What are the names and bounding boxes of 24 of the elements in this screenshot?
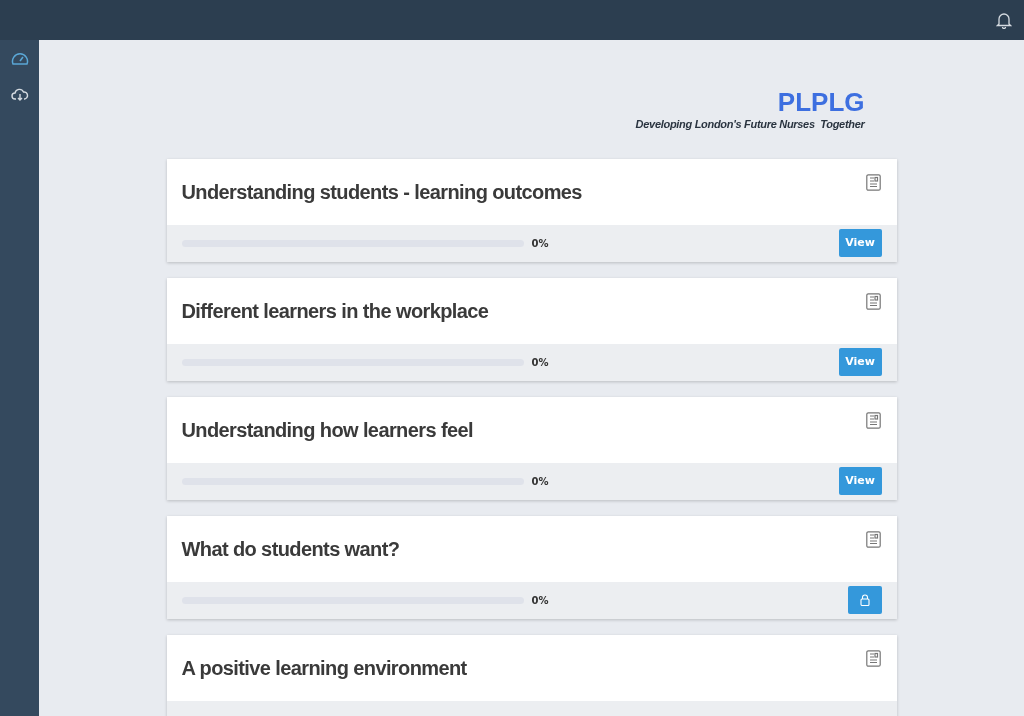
view-button[interactable]: View (838, 229, 882, 257)
progress-reading: 0% (531, 355, 549, 370)
progress-reading: 0% (531, 236, 549, 251)
cloud-download-icon[interactable] (10, 88, 29, 101)
progress-reading: 0% (531, 593, 549, 608)
module-title: Understanding how learners feel (181, 417, 473, 443)
document-icon (865, 173, 881, 191)
module-title: Understanding students - learning outcomes (181, 179, 582, 205)
view-button[interactable]: View (838, 467, 882, 495)
logo-title: PLPLG (777, 88, 865, 116)
module-title: A positive learning environment (181, 655, 467, 681)
module-title: Different learners in the workplace (181, 298, 489, 324)
document-icon (865, 530, 881, 548)
logo-tagline: Developing London's Future Nurses Together (635, 117, 865, 132)
module-title: What do students want? (181, 536, 400, 562)
progress-reading: 0% (531, 474, 549, 489)
document-icon (865, 292, 881, 310)
lock-icon (859, 594, 870, 606)
document-icon (865, 649, 881, 667)
view-button[interactable]: View (838, 348, 882, 376)
document-icon (865, 411, 881, 429)
gauge-icon[interactable] (10, 52, 29, 66)
locked-button[interactable] (847, 586, 882, 614)
bell-icon[interactable] (996, 11, 1012, 29)
